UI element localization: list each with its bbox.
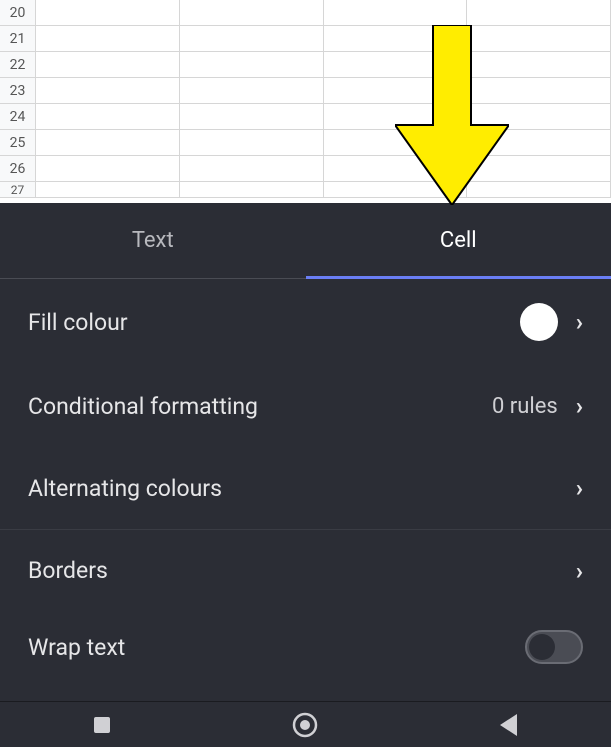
menu-right xyxy=(525,630,583,664)
row-header[interactable]: 25 xyxy=(0,130,36,155)
grid-row[interactable]: 26 xyxy=(0,156,611,182)
row-header[interactable]: 21 xyxy=(0,26,36,51)
grid-row[interactable]: 21 xyxy=(0,26,611,52)
rules-count: 0 rules xyxy=(492,394,558,419)
menu-borders[interactable]: Borders › xyxy=(0,529,611,611)
grid-row[interactable]: 22 xyxy=(0,52,611,78)
chevron-right-icon: › xyxy=(576,308,583,336)
cell[interactable] xyxy=(36,104,180,129)
cell[interactable] xyxy=(36,0,180,25)
fill-colour-label: Fill colour xyxy=(28,309,128,336)
cell[interactable] xyxy=(36,182,180,197)
cell[interactable] xyxy=(36,156,180,181)
alternating-colours-label: Alternating colours xyxy=(28,475,222,502)
cell[interactable] xyxy=(180,52,324,77)
row-header[interactable]: 23 xyxy=(0,78,36,103)
wrap-text-label: Wrap text xyxy=(28,634,125,661)
chevron-right-icon: › xyxy=(576,557,583,585)
menu-conditional-formatting[interactable]: Conditional formatting 0 rules › xyxy=(0,365,611,447)
grid-row[interactable]: 20 xyxy=(0,0,611,26)
menu-wrap-text[interactable]: Wrap text xyxy=(0,611,611,665)
spreadsheet-grid[interactable]: 20 21 22 23 24 25 26 xyxy=(0,0,611,203)
cell[interactable] xyxy=(36,130,180,155)
menu-alternating-colours[interactable]: Alternating colours › xyxy=(0,447,611,529)
grid-row[interactable]: 23 xyxy=(0,78,611,104)
cell[interactable] xyxy=(324,0,468,25)
menu-right: › xyxy=(576,557,583,585)
tab-text[interactable]: Text xyxy=(0,203,306,278)
cell[interactable] xyxy=(180,0,324,25)
row-header[interactable]: 20 xyxy=(0,0,36,25)
row-header[interactable]: 27 xyxy=(0,182,36,197)
cell[interactable] xyxy=(180,130,324,155)
cell[interactable] xyxy=(36,26,180,51)
cell[interactable] xyxy=(36,52,180,77)
nav-recent-button[interactable] xyxy=(82,705,122,745)
cell[interactable] xyxy=(36,78,180,103)
toggle-knob xyxy=(529,634,555,660)
android-nav-bar xyxy=(0,701,611,747)
tab-cell[interactable]: Cell xyxy=(306,203,611,278)
menu-fill-colour[interactable]: Fill colour › xyxy=(0,279,611,365)
cell[interactable] xyxy=(467,0,611,25)
wrap-text-toggle[interactable] xyxy=(525,630,583,664)
row-header[interactable]: 22 xyxy=(0,52,36,77)
borders-label: Borders xyxy=(28,557,108,584)
conditional-formatting-label: Conditional formatting xyxy=(28,393,258,420)
menu-right: 0 rules › xyxy=(492,392,583,420)
format-panel: Text Cell Fill colour › Conditional form… xyxy=(0,203,611,701)
menu-right: › xyxy=(576,474,583,502)
menu-list: Fill colour › Conditional formatting 0 r… xyxy=(0,279,611,665)
cell[interactable] xyxy=(180,182,324,197)
cell[interactable] xyxy=(180,156,324,181)
down-arrow-annotation-icon xyxy=(395,25,509,205)
nav-home-button[interactable] xyxy=(285,705,325,745)
tab-text-label: Text xyxy=(132,228,174,253)
grid-row[interactable]: 25 xyxy=(0,130,611,156)
chevron-right-icon: › xyxy=(576,392,583,420)
fill-colour-swatch xyxy=(520,303,558,341)
grid-row[interactable]: 27 xyxy=(0,182,611,198)
grid-row[interactable]: 24 xyxy=(0,104,611,130)
cell[interactable] xyxy=(180,104,324,129)
row-header[interactable]: 26 xyxy=(0,156,36,181)
tab-cell-label: Cell xyxy=(440,228,477,253)
tabs: Text Cell xyxy=(0,203,611,279)
row-header[interactable]: 24 xyxy=(0,104,36,129)
chevron-right-icon: › xyxy=(576,474,583,502)
cell[interactable] xyxy=(180,26,324,51)
menu-right: › xyxy=(520,303,583,341)
nav-back-button[interactable] xyxy=(489,705,529,745)
cell[interactable] xyxy=(180,78,324,103)
